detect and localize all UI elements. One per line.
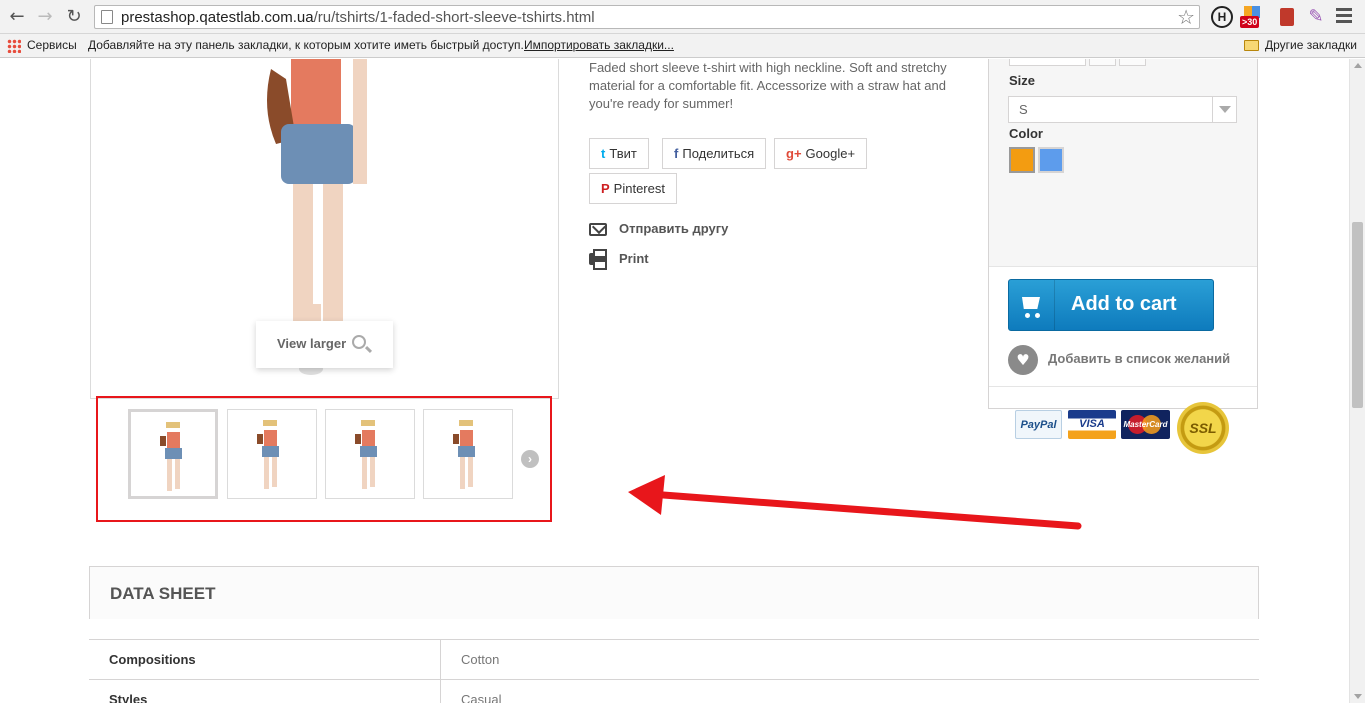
- send-to-friend-link[interactable]: Отправить другу: [589, 221, 728, 236]
- datasheet-header: DATA SHEET: [89, 566, 1259, 619]
- add-to-cart-button[interactable]: Add to cart: [1008, 279, 1214, 331]
- google-plus-share-button[interactable]: g+ Google+: [774, 138, 868, 169]
- quantity-input[interactable]: [1009, 59, 1086, 66]
- extension-pen-icon[interactable]: ✎: [1305, 6, 1327, 28]
- cart-icon: [1009, 280, 1055, 330]
- pinterest-icon: P: [601, 181, 610, 196]
- bookmarks-bar: Сервисы Добавляйте на эту панель закладк…: [0, 34, 1365, 58]
- twitter-icon: t: [601, 146, 606, 161]
- printer-icon: [589, 249, 607, 270]
- other-bookmarks[interactable]: Другие закладки: [1265, 38, 1357, 52]
- bookmarks-hint: Добавляйте на эту панель закладки, к кот…: [88, 38, 524, 52]
- browser-menu-icon[interactable]: [1336, 8, 1352, 26]
- page-content: View larger › Faded short sleeve t-shirt…: [0, 59, 1349, 703]
- size-label: Size: [1009, 73, 1036, 88]
- table-row: Compositions Cotton: [89, 640, 1259, 680]
- apps-icon[interactable]: [7, 39, 21, 53]
- product-options: Size S Color: [989, 59, 1257, 267]
- facebook-share-button[interactable]: f Поделиться: [662, 138, 767, 169]
- scroll-down-icon[interactable]: [1354, 694, 1362, 699]
- datasheet-value: Casual: [461, 692, 502, 703]
- bookmark-star-icon[interactable]: ☆: [1177, 5, 1195, 29]
- datasheet-key: Styles: [109, 692, 148, 703]
- ssl-seal-icon: SSL: [1177, 402, 1229, 454]
- annotation-arrow: [628, 475, 1082, 530]
- pinterest-share-button[interactable]: P Pinterest: [589, 173, 677, 204]
- extension-30-icon[interactable]: >30: [1240, 6, 1262, 28]
- address-bar[interactable]: prestashop.qatestlab.com.ua/ru/tshirts/1…: [94, 5, 1200, 29]
- table-row: Styles Casual: [89, 680, 1259, 703]
- datasheet-table: Compositions Cotton Styles Casual: [89, 639, 1259, 703]
- chevron-down-icon: [1212, 97, 1236, 122]
- visa-logo: VISA: [1068, 410, 1116, 439]
- scrollbar-thumb[interactable]: [1352, 222, 1363, 408]
- product-image-panel: View larger: [90, 59, 559, 399]
- address-url[interactable]: prestashop.qatestlab.com.ua/ru/tshirts/1…: [121, 9, 595, 26]
- twitter-share-button[interactable]: t Твит: [589, 138, 649, 169]
- datasheet-title: DATA SHEET: [110, 584, 216, 603]
- datasheet-value: Cotton: [461, 652, 500, 667]
- extension-badge: >30: [1240, 16, 1260, 28]
- zoom-icon: [352, 335, 366, 349]
- buy-box: Size S Color Add to cart ♥ Добавить в сп…: [988, 59, 1258, 454]
- annotation-highlight-box: [96, 396, 552, 522]
- mastercard-logo: MasterCard: [1121, 410, 1170, 439]
- quantity-decrease-button[interactable]: [1089, 59, 1116, 66]
- view-larger-button[interactable]: View larger: [256, 321, 393, 368]
- add-to-wishlist-link[interactable]: ♥ Добавить в список желаний: [1008, 345, 1230, 375]
- paypal-logo: PayPal: [1015, 410, 1062, 439]
- bookmark-apps[interactable]: Сервисы: [27, 38, 77, 52]
- page-scrollbar[interactable]: [1349, 59, 1365, 703]
- divider: [989, 386, 1257, 387]
- heart-icon: ♥: [1008, 345, 1038, 375]
- google-plus-icon: g+: [786, 146, 802, 161]
- color-swatch-blue[interactable]: [1038, 147, 1064, 173]
- extension-h-icon[interactable]: H: [1211, 6, 1233, 28]
- import-bookmarks-link[interactable]: Импортировать закладки...: [524, 38, 674, 52]
- browser-toolbar: ← → ↻ prestashop.qatestlab.com.ua/ru/tsh…: [0, 0, 1365, 34]
- color-label: Color: [1009, 126, 1043, 141]
- folder-icon: [1244, 40, 1259, 51]
- size-select[interactable]: S: [1008, 96, 1237, 123]
- scroll-up-icon[interactable]: [1354, 63, 1362, 68]
- page-icon: [101, 10, 113, 24]
- extension-book-icon[interactable]: [1276, 6, 1298, 28]
- forward-icon[interactable]: →: [34, 6, 56, 28]
- print-link[interactable]: Print: [589, 249, 649, 270]
- quantity-increase-button[interactable]: [1119, 59, 1146, 66]
- datasheet-key: Compositions: [109, 652, 196, 667]
- color-swatch-orange[interactable]: [1009, 147, 1035, 173]
- back-icon[interactable]: ←: [6, 6, 28, 28]
- envelope-icon: [589, 223, 607, 236]
- product-description: Faded short sleeve t-shirt with high nec…: [589, 60, 947, 111]
- size-value: S: [1019, 102, 1028, 117]
- reload-icon[interactable]: ↻: [63, 6, 85, 28]
- add-to-cart-label: Add to cart: [1071, 293, 1177, 315]
- facebook-icon: f: [674, 146, 679, 161]
- view-larger-label: View larger: [277, 336, 347, 351]
